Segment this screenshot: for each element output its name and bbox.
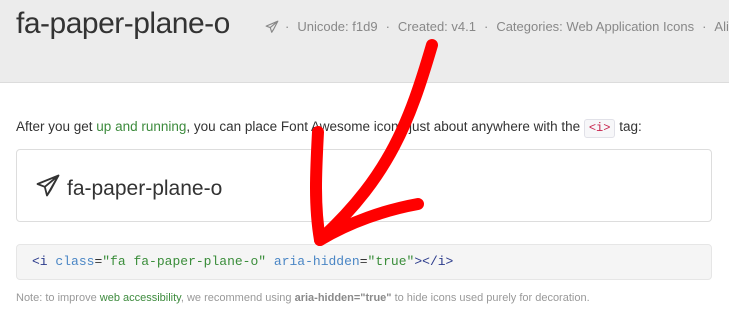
intro-text-middle: , you can place Font Awesome icons just … — [186, 119, 584, 134]
up-and-running-link[interactable]: up and running — [96, 119, 186, 134]
example-icon-label: fa-paper-plane-o — [67, 176, 223, 200]
code-open-tag: <i — [32, 254, 48, 269]
meta-unicode: Unicode: f1d9 — [297, 19, 378, 34]
code-equals: = — [359, 254, 368, 269]
page-title: fa-paper-plane-o — [16, 7, 230, 40]
icon-detail-page: fa-paper-plane-o · Unicode: f1d9 · Creat… — [0, 0, 729, 316]
note-text-middle: , we recommend using — [180, 292, 295, 304]
code-snippet[interactable]: <i class = "fa fa-paper-plane-o" aria-hidd… — [16, 244, 712, 280]
meta-separator: · — [285, 19, 290, 34]
inline-code-i-tag: <i> — [583, 119, 616, 138]
intro-text: After you get up and running, you can pl… — [16, 119, 642, 138]
paper-plane-o-icon — [265, 20, 279, 34]
paper-plane-o-icon — [36, 174, 60, 203]
code-val-aria: "true" — [367, 254, 415, 269]
icon-meta: · Unicode: f1d9 · Created: v4.1 · Catego… — [265, 19, 729, 34]
note-aria-hidden: aria-hidden="true" — [294, 292, 392, 304]
note-text-end: to hide icons used purely for decoration… — [391, 292, 590, 304]
meta-aliases: Aliase — [714, 19, 729, 34]
meta-created: Created: v4.1 — [397, 19, 476, 34]
intro-text-end: tag: — [615, 119, 642, 134]
meta-separator: · — [385, 19, 390, 34]
code-attr-aria: aria-hidden — [273, 254, 360, 269]
meta-separator: · — [702, 19, 707, 34]
meta-separator: · — [483, 19, 489, 34]
page-header: fa-paper-plane-o · Unicode: f1d9 · Creat… — [0, 0, 729, 83]
code-attr-class: class — [55, 254, 95, 269]
web-accessibility-link[interactable]: web accessibility — [100, 292, 181, 304]
code-close-tag: ></i> — [414, 254, 454, 269]
note-text-start: Note: to improve — [16, 292, 100, 304]
intro-text-start: After you get — [16, 119, 97, 134]
code-val-class: "fa fa-paper-plane-o" — [102, 254, 267, 269]
accessibility-note: Note: to improve web accessibility, we r… — [16, 292, 590, 304]
icon-example-box: fa-paper-plane-o — [16, 149, 712, 222]
meta-categories: Categories: Web Application Icons — [496, 19, 695, 34]
